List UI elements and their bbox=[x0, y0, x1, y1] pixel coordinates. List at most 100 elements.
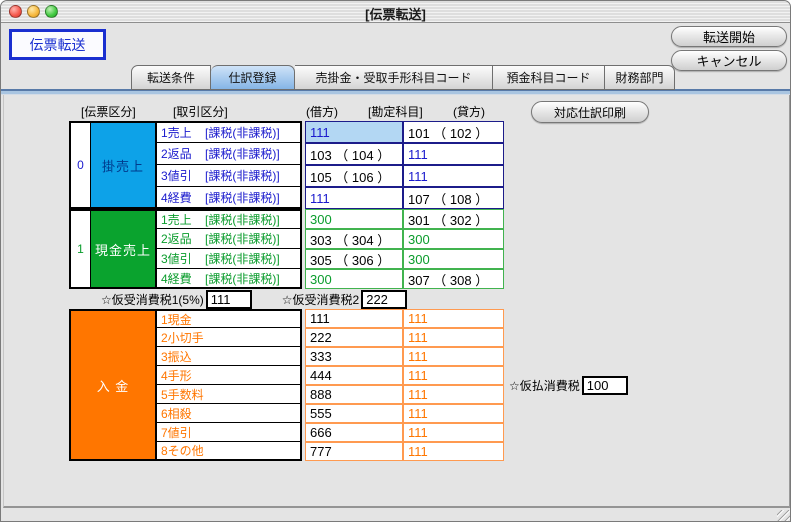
debit-account-field[interactable]: 333 bbox=[305, 347, 403, 366]
credit-account-field[interactable]: 301 （ 302 ） bbox=[403, 209, 504, 229]
window-content: 伝票転送 転送開始 キャンセル 転送条件 仕訳登録 売掛金・受取手形科目コード … bbox=[1, 23, 790, 522]
header-slip-class: [伝票区分] bbox=[81, 103, 136, 120]
titlebar: [伝票転送] bbox=[1, 1, 790, 23]
debit-account-field[interactable]: 103 （ 104 ） bbox=[305, 143, 403, 165]
credit-account-field[interactable]: 111 bbox=[403, 328, 504, 347]
tax-class-label: [課税(非課税)] bbox=[205, 270, 280, 287]
tab-journal-registration[interactable]: 仕訳登録 bbox=[211, 65, 295, 90]
txn-type-cell: 4手形 bbox=[157, 366, 302, 385]
tab-deposit-account-codes[interactable]: 預金科目コード bbox=[493, 65, 605, 90]
received-tax-row: ☆仮受消費税1(5%) ☆仮受消費税2 bbox=[101, 290, 407, 309]
txn-type-cell: 4経費[課税(非課税)] bbox=[157, 187, 302, 209]
debit-account-field[interactable]: 300 bbox=[305, 209, 403, 229]
txn-type-label: 2小切手 bbox=[161, 329, 204, 346]
received-tax1-label: ☆仮受消費税1(5%) bbox=[101, 291, 204, 308]
screen-title-badge: 伝票転送 bbox=[9, 29, 106, 60]
tax-class-label: [課税(非課税)] bbox=[205, 145, 280, 162]
credit-account-field[interactable]: 111 bbox=[403, 385, 504, 404]
txn-type-cell: 1売上[課税(非課税)] bbox=[157, 121, 302, 143]
txn-type-label: 3振込 bbox=[161, 348, 192, 365]
txn-type-cell: 7値引 bbox=[157, 423, 302, 442]
credit-account-field[interactable]: 111 bbox=[403, 404, 504, 423]
txn-type-cell: 3値引[課税(非課税)] bbox=[157, 165, 302, 187]
txn-type-cell: 8その他 bbox=[157, 442, 302, 461]
txn-type-label: 4経費 bbox=[161, 189, 205, 206]
section-name: 入 金 bbox=[69, 309, 157, 461]
txn-type-cell: 1現金 bbox=[157, 309, 302, 328]
credit-account-field[interactable]: 111 bbox=[403, 309, 504, 328]
txn-type-label: 8その他 bbox=[161, 442, 204, 459]
paid-tax-label: ☆仮払消費税 bbox=[509, 377, 580, 394]
txn-type-cell: 3振込 bbox=[157, 347, 302, 366]
debit-account-field[interactable]: 111 bbox=[305, 187, 403, 209]
section-name: 現金売上 bbox=[91, 209, 157, 289]
print-matching-journal-button[interactable]: 対応仕訳印刷 bbox=[531, 101, 649, 123]
tax-class-label: [課税(非課税)] bbox=[205, 167, 280, 184]
resize-grip-icon[interactable] bbox=[777, 510, 790, 522]
transfer-start-button[interactable]: 転送開始 bbox=[671, 26, 787, 47]
credit-account-field[interactable]: 111 bbox=[403, 366, 504, 385]
debit-account-field[interactable]: 222 bbox=[305, 328, 403, 347]
txn-type-label: 1現金 bbox=[161, 311, 192, 328]
debit-account-field[interactable]: 303 （ 304 ） bbox=[305, 229, 403, 249]
header-txn-class: [取引区分] bbox=[173, 103, 228, 120]
credit-account-field[interactable]: 111 bbox=[403, 165, 504, 187]
tax-class-label: [課税(非課税)] bbox=[205, 250, 280, 267]
tab-finance-department[interactable]: 財務部門 bbox=[605, 65, 675, 90]
received-tax2-label: ☆仮受消費税2 bbox=[282, 291, 359, 308]
tab-receivable-note-account-codes[interactable]: 売掛金・受取手形科目コード bbox=[295, 65, 493, 90]
tax-class-label: [課税(非課税)] bbox=[205, 189, 280, 206]
credit-account-field[interactable]: 111 bbox=[403, 143, 504, 165]
tax-class-label: [課税(非課税)] bbox=[205, 124, 280, 141]
credit-account-field[interactable]: 300 bbox=[403, 229, 504, 249]
debit-account-field[interactable]: 777 bbox=[305, 442, 403, 461]
tax-class-label: [課税(非課税)] bbox=[205, 230, 280, 247]
credit-account-field[interactable]: 111 bbox=[403, 442, 504, 461]
window-title: [伝票転送] bbox=[1, 4, 790, 23]
section-name: 掛売上 bbox=[91, 121, 157, 209]
credit-account-field[interactable]: 107 （ 108 ） bbox=[403, 187, 504, 209]
debit-account-field[interactable]: 888 bbox=[305, 385, 403, 404]
debit-account-field[interactable]: 300 bbox=[305, 269, 403, 289]
section-cash-sales: 1 現金売上 1売上[課税(非課税)] 300 301 （ 302 ） 2返品[… bbox=[69, 209, 504, 289]
header-account: [勘定科目] bbox=[368, 103, 423, 120]
received-tax2-input[interactable] bbox=[361, 290, 407, 309]
txn-type-cell: 2小切手 bbox=[157, 328, 302, 347]
txn-type-cell: 4経費[課税(非課税)] bbox=[157, 269, 302, 289]
txn-type-label: 1売上 bbox=[161, 124, 205, 141]
debit-account-field[interactable]: 105 （ 106 ） bbox=[305, 165, 403, 187]
tab-bar: 転送条件 仕訳登録 売掛金・受取手形科目コード 預金科目コード 財務部門 bbox=[131, 65, 675, 90]
debit-account-field[interactable]: 666 bbox=[305, 423, 403, 442]
paid-tax-input[interactable] bbox=[582, 376, 628, 395]
txn-type-cell: 2返品[課税(非課税)] bbox=[157, 229, 302, 249]
tab-transfer-conditions[interactable]: 転送条件 bbox=[131, 65, 211, 90]
app-window: [伝票転送] 伝票転送 転送開始 キャンセル 転送条件 仕訳登録 売掛金・受取手… bbox=[0, 0, 791, 522]
debit-account-field[interactable]: 111 bbox=[305, 121, 403, 143]
credit-account-field[interactable]: 300 bbox=[403, 249, 504, 269]
txn-type-label: 3値引 bbox=[161, 250, 205, 267]
debit-account-field[interactable]: 111 bbox=[305, 309, 403, 328]
debit-account-field[interactable]: 555 bbox=[305, 404, 403, 423]
received-tax1-input[interactable] bbox=[206, 290, 252, 309]
txn-type-cell: 3値引[課税(非課税)] bbox=[157, 249, 302, 269]
debit-account-field[interactable]: 305 （ 306 ） bbox=[305, 249, 403, 269]
txn-type-label: 5手数料 bbox=[161, 386, 204, 403]
debit-account-field[interactable]: 444 bbox=[305, 366, 403, 385]
txn-type-label: 2返品 bbox=[161, 230, 205, 247]
paid-tax-row: ☆仮払消費税 bbox=[509, 376, 628, 395]
txn-type-label: 7値引 bbox=[161, 424, 192, 441]
cancel-button[interactable]: キャンセル bbox=[671, 50, 787, 71]
txn-type-cell: 5手数料 bbox=[157, 385, 302, 404]
credit-account-field[interactable]: 101 （ 102 ） bbox=[403, 121, 504, 143]
txn-type-cell: 6相殺 bbox=[157, 404, 302, 423]
txn-type-label: 1売上 bbox=[161, 211, 205, 228]
txn-type-label: 4経費 bbox=[161, 270, 205, 287]
credit-account-field[interactable]: 111 bbox=[403, 347, 504, 366]
credit-account-field[interactable]: 111 bbox=[403, 423, 504, 442]
tax-class-label: [課税(非課税)] bbox=[205, 211, 280, 228]
section-deposits: 入 金 1現金 111 111 2小切手 222 111 3振込 333 111… bbox=[69, 309, 504, 461]
credit-account-field[interactable]: 307 （ 308 ） bbox=[403, 269, 504, 289]
txn-type-label: 4手形 bbox=[161, 367, 192, 384]
txn-type-cell: 1売上[課税(非課税)] bbox=[157, 209, 302, 229]
txn-type-label: 6相殺 bbox=[161, 405, 192, 422]
